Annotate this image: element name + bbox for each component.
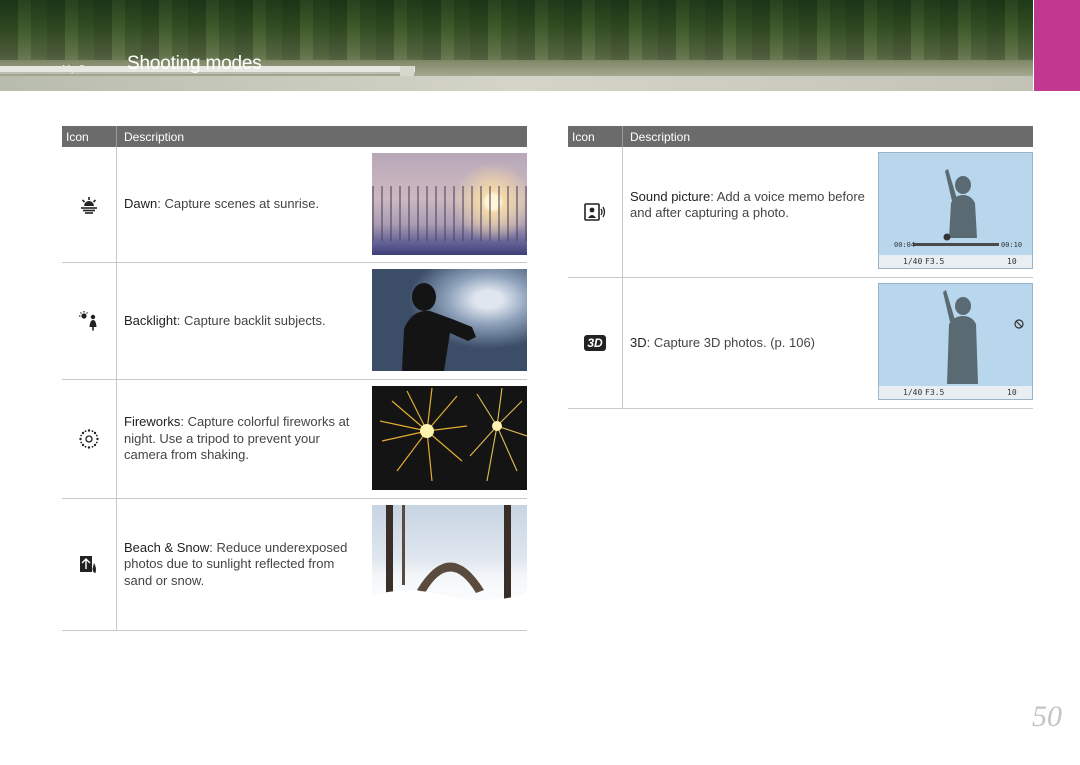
breadcrumb: My Camera (62, 64, 114, 75)
screen-shutter: 1/40 (903, 257, 923, 266)
table-row: Fireworks: Capture colorful fireworks at… (62, 380, 527, 499)
table-header: Icon Description (62, 126, 527, 147)
beach-snow-photo (372, 505, 527, 623)
page-title: Shooting modes (127, 53, 262, 74)
table-row: 3D 3D: Capture 3D photos. (p. 106) 1/40 … (568, 278, 1033, 409)
header-desc-col: Description (124, 129, 185, 144)
row-description: Sound picture: Add a voice memo before a… (630, 188, 865, 221)
screen-time-start: 00:04 (894, 241, 916, 249)
page-number: 50 (1032, 700, 1062, 733)
modes-table-right: Icon Description Sound picture: Add a vo… (568, 126, 1033, 409)
header-icon-col: Icon (568, 126, 623, 147)
screen-time-end: 00:10 (1001, 241, 1023, 249)
screen-aperture: F3.5 (925, 388, 945, 397)
screen-shots: 10 (1007, 257, 1017, 266)
banner-ground (0, 76, 1033, 91)
row-description: Fireworks: Capture colorful fireworks at… (124, 414, 350, 463)
screen-aperture: F3.5 (925, 257, 945, 266)
table-row: Backlight: Capture backlit subjects. (62, 263, 527, 380)
fireworks-icon (79, 429, 99, 449)
3d-icon: 3D (584, 335, 606, 351)
table-header: Icon Description (568, 126, 1033, 147)
beach-snow-icon (80, 555, 96, 573)
3d-screen: 1/40 F3.5 10 (878, 283, 1033, 400)
row-description: Dawn: Capture scenes at sunrise. (124, 196, 320, 212)
backlight-photo (372, 269, 527, 371)
table-row: Dawn: Capture scenes at sunrise. (62, 147, 527, 263)
row-description: Beach & Snow: Reduce underexposed photos… (124, 539, 348, 588)
screen-shots: 10 (1007, 388, 1017, 397)
header-icon-col: Icon (62, 126, 117, 147)
table-row: Sound picture: Add a voice memo before a… (568, 147, 1033, 278)
header-banner: My Camera Shooting modes (0, 0, 1033, 91)
header-desc-col: Description (630, 129, 691, 144)
silhouette-person (402, 283, 476, 371)
banner-tree-texture (0, 0, 1033, 60)
backlight-icon (79, 311, 97, 331)
modes-table-left: Icon Description Dawn: Capture scenes at… (62, 126, 527, 631)
table-row: Beach & Snow: Reduce underexposed photos… (62, 499, 527, 631)
dawn-icon (81, 196, 97, 214)
sound-picture-icon (584, 203, 606, 221)
sound-picture-screen: 00:04 00:10 1/40 F3.5 10 (878, 152, 1033, 269)
dawn-photo (372, 153, 527, 255)
screen-shutter: 1/40 (903, 388, 923, 397)
row-description: Backlight: Capture backlit subjects. (124, 312, 326, 328)
fireworks-photo (372, 386, 527, 490)
row-description: 3D: Capture 3D photos. (p. 106) (630, 334, 815, 350)
chapter-tab[interactable] (1034, 0, 1080, 91)
